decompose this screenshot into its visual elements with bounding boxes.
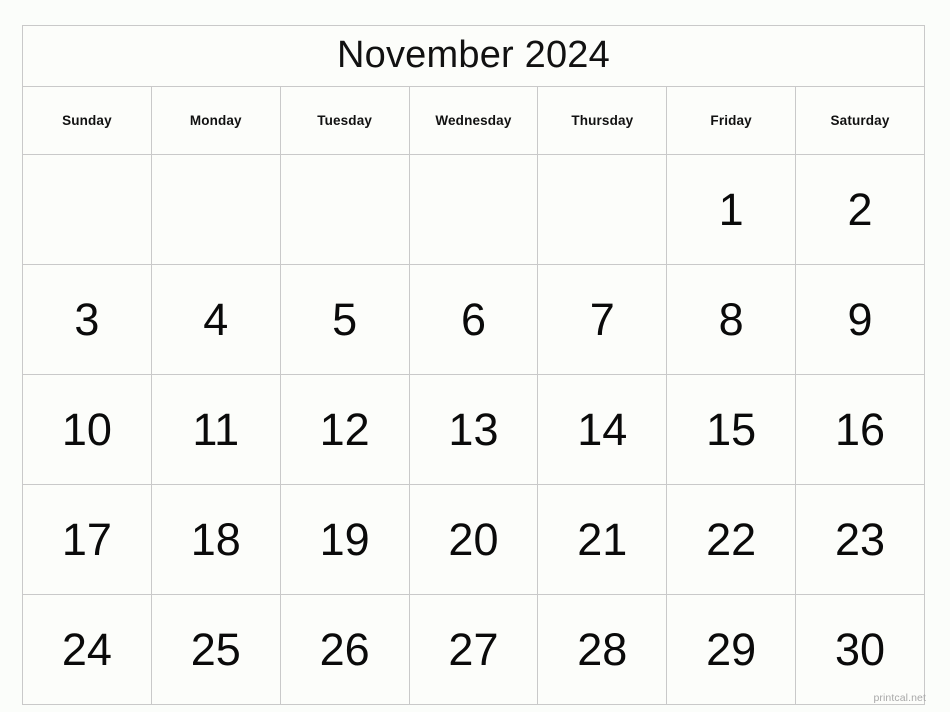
day-number: 14 [577,404,628,455]
day-number: 17 [61,514,112,565]
day-number: 15 [706,404,757,455]
weekday-header-wednesday: Wednesday [408,86,539,155]
day-cell-empty[interactable] [150,154,281,265]
weekday-header-row: Sunday Monday Tuesday Wednesday Thursday… [22,86,925,155]
day-number: 12 [319,404,370,455]
calendar-week-row: 3 4 5 6 7 8 9 [22,264,925,375]
day-number: 25 [190,624,241,675]
day-number: 24 [61,624,112,675]
calendar-title: November 2024 [22,25,925,87]
day-cell[interactable]: 20 [408,484,539,595]
day-number: 13 [448,404,499,455]
day-number: 9 [847,294,873,345]
day-cell[interactable]: 28 [537,594,668,705]
day-cell[interactable]: 4 [150,264,281,375]
day-number: 30 [835,624,886,675]
day-number: 3 [74,294,100,345]
day-cell[interactable]: 22 [666,484,797,595]
day-number: 7 [589,294,615,345]
day-cell[interactable]: 27 [408,594,539,705]
day-number: 22 [706,514,757,565]
day-cell[interactable]: 25 [150,594,281,705]
day-cell-empty[interactable] [279,154,410,265]
day-cell-empty[interactable] [537,154,668,265]
day-cell[interactable]: 8 [666,264,797,375]
day-cell[interactable]: 5 [279,264,410,375]
day-cell[interactable]: 16 [795,374,925,485]
day-cell-empty[interactable] [22,154,152,265]
calendar-page: November 2024 Sunday Monday Tuesday Wedn… [0,0,950,712]
calendar-title-row: November 2024 [22,25,925,87]
calendar-week-row: 24 25 26 27 28 29 30 [22,594,925,705]
day-number: 1 [718,184,744,235]
weekday-header-saturday: Saturday [795,86,925,155]
day-cell[interactable]: 3 [22,264,152,375]
calendar-week-row: 17 18 19 20 21 22 23 [22,484,925,595]
day-cell[interactable]: 10 [22,374,152,485]
day-number: 6 [460,294,486,345]
day-cell[interactable]: 26 [279,594,410,705]
day-number: 23 [835,514,886,565]
day-number: 10 [61,404,112,455]
day-number: 8 [718,294,744,345]
calendar-week-row: 10 11 12 13 14 15 16 [22,374,925,485]
day-number: 4 [203,294,229,345]
day-cell[interactable]: 6 [408,264,539,375]
day-number: 27 [448,624,499,675]
day-cell[interactable]: 19 [279,484,410,595]
day-cell[interactable]: 24 [22,594,152,705]
day-cell[interactable]: 15 [666,374,797,485]
calendar-table: November 2024 Sunday Monday Tuesday Wedn… [22,25,925,705]
weekday-header-sunday: Sunday [22,86,152,155]
calendar-week-row: 1 2 [22,154,925,265]
weekday-header-tuesday: Tuesday [279,86,410,155]
day-number: 11 [192,404,240,455]
day-cell[interactable]: 11 [150,374,281,485]
day-number: 16 [835,404,886,455]
weekday-header-friday: Friday [666,86,797,155]
day-cell[interactable]: 29 [666,594,797,705]
day-number: 5 [332,294,358,345]
day-number: 20 [448,514,499,565]
day-cell[interactable]: 2 [795,154,925,265]
day-cell[interactable]: 9 [795,264,925,375]
day-cell[interactable]: 21 [537,484,668,595]
day-cell[interactable]: 23 [795,484,925,595]
weekday-header-thursday: Thursday [537,86,668,155]
day-number: 28 [577,624,628,675]
day-cell[interactable]: 17 [22,484,152,595]
day-cell[interactable]: 7 [537,264,668,375]
day-cell[interactable]: 30 [795,594,925,705]
day-number: 26 [319,624,370,675]
day-number: 29 [706,624,757,675]
weekday-header-monday: Monday [150,86,281,155]
day-cell-empty[interactable] [408,154,539,265]
day-cell[interactable]: 14 [537,374,668,485]
day-number: 19 [319,514,370,565]
day-number: 2 [847,184,873,235]
watermark-printcal: printcal.net [873,692,926,704]
day-cell[interactable]: 13 [408,374,539,485]
day-cell[interactable]: 1 [666,154,797,265]
day-number: 18 [190,514,241,565]
day-cell[interactable]: 12 [279,374,410,485]
day-number: 21 [577,514,628,565]
day-cell[interactable]: 18 [150,484,281,595]
